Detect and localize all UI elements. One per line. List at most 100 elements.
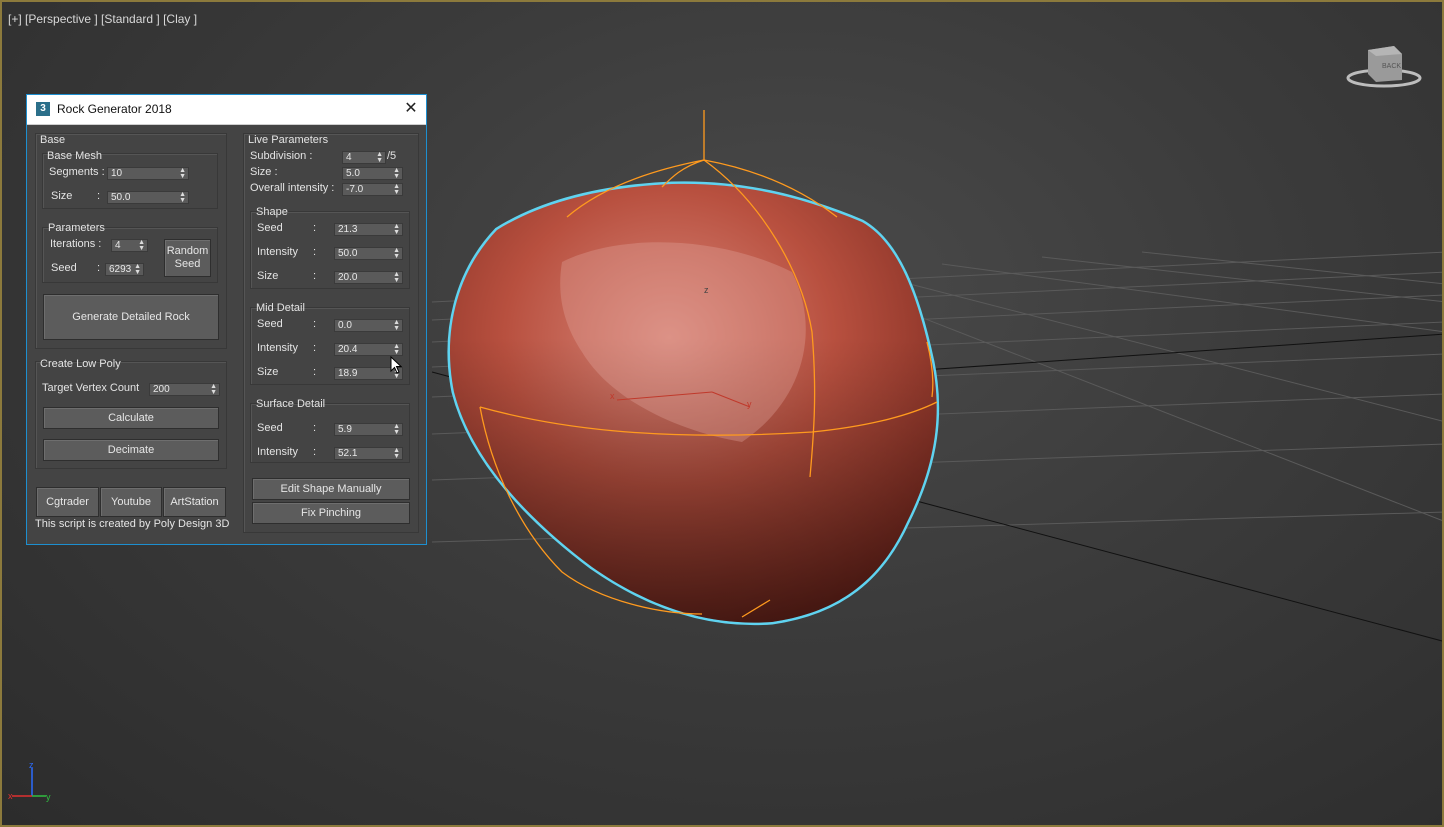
surface-intensity-colon: : (313, 446, 317, 458)
seed-label: Seed (51, 262, 77, 274)
overall-intensity-label: Overall intensity : (250, 182, 335, 194)
shape-intensity-label: Intensity (257, 246, 298, 258)
iterations-spinner[interactable]: 4 ▲ ▼ (111, 239, 148, 252)
spinner-arrows-icon[interactable]: ▲▼ (393, 183, 400, 196)
shape-intensity-colon: : (313, 246, 317, 258)
spinner-arrows-icon[interactable]: ▲▼ (393, 319, 400, 332)
surface-seed-label: Seed (257, 422, 283, 434)
live-parameters-title: Live Parameters (248, 134, 329, 146)
target-vertex-value[interactable]: 200 (153, 384, 170, 396)
segments-value[interactable]: 10 (111, 168, 122, 180)
spinner-arrows-icon[interactable]: ▲▼ (393, 247, 400, 260)
size-spinner[interactable]: 50.0 ▲ ▼ (107, 191, 189, 204)
rock-generator-dialog[interactable]: 3 Rock Generator 2018 ✕ Base Base Mesh S… (26, 94, 427, 545)
axis-y-label: y (46, 792, 51, 802)
spinner-arrows-icon[interactable]: ▲▼ (179, 191, 186, 204)
surface-seed-colon: : (313, 422, 317, 434)
mid-seed-spinner[interactable]: 0.0 ▲ ▼ (334, 319, 403, 332)
seed-value[interactable]: 6293 (109, 264, 135, 276)
artstation-button[interactable]: ArtStation (163, 487, 226, 517)
spinner-arrows-icon[interactable]: ▲▼ (210, 383, 217, 396)
youtube-button[interactable]: Youtube (100, 487, 162, 517)
mid-seed-colon: : (313, 318, 317, 330)
generate-detailed-rock-button[interactable]: Generate Detailed Rock (43, 294, 219, 340)
live-size-spinner[interactable]: 5.0 ▲ ▼ (342, 167, 403, 180)
spinner-arrows-icon[interactable]: ▲▼ (393, 423, 400, 436)
size-label: Size (51, 190, 73, 202)
size-value[interactable]: 50.0 (111, 192, 130, 204)
spinner-arrows-icon[interactable]: ▲▼ (393, 167, 400, 180)
gizmo-x-label: x (610, 391, 615, 401)
shape-seed-value[interactable]: 21.3 (338, 224, 357, 236)
dialog-titlebar[interactable]: 3 Rock Generator 2018 ✕ (27, 95, 426, 125)
iterations-value[interactable]: 4 (115, 240, 121, 252)
dialog-title: Rock Generator 2018 (57, 102, 172, 116)
shape-size-spinner[interactable]: 20.0 ▲ ▼ (334, 271, 403, 284)
live-size-value[interactable]: 5.0 (346, 168, 360, 180)
spinner-arrows-icon[interactable]: ▲▼ (393, 223, 400, 236)
spinner-arrows-icon[interactable]: ▲▼ (393, 447, 400, 460)
spinner-arrows-icon[interactable]: ▲▼ (179, 167, 186, 180)
spinner-arrows-icon[interactable]: ▲▼ (134, 263, 141, 276)
random-seed-button[interactable]: Random Seed (164, 239, 211, 277)
subdivision-label: Subdivision : (250, 150, 313, 162)
subdivision-value[interactable]: 4 (346, 152, 352, 164)
viewcube-face-label[interactable]: BACK (1382, 63, 1401, 70)
surface-seed-value[interactable]: 5.9 (338, 424, 352, 436)
mid-size-value[interactable]: 18.9 (338, 368, 357, 380)
overall-intensity-value[interactable]: -7.0 (346, 184, 363, 196)
shape-intensity-spinner[interactable]: 50.0 ▲ ▼ (334, 247, 403, 260)
calculate-button[interactable]: Calculate (43, 407, 219, 429)
shape-intensity-value[interactable]: 50.0 (338, 248, 357, 260)
shape-size-colon: : (313, 270, 317, 282)
cgtrader-button[interactable]: Cgtrader (36, 487, 99, 517)
shape-seed-colon: : (313, 222, 317, 234)
axis-z-label: z (29, 760, 34, 770)
surface-detail-title: Surface Detail (256, 398, 326, 410)
mid-size-label: Size (257, 366, 279, 378)
gizmo-y-label: y (747, 399, 752, 409)
spinner-arrows-icon[interactable]: ▲▼ (376, 151, 383, 164)
target-vertex-spinner[interactable]: 200 ▲ ▼ (149, 383, 220, 396)
segments-spinner[interactable]: 10 ▲ ▼ (107, 167, 189, 180)
fix-pinching-button[interactable]: Fix Pinching (252, 502, 410, 524)
close-button[interactable]: ✕ (402, 100, 420, 118)
gizmo-z-label: z (704, 285, 709, 295)
edit-shape-manually-button[interactable]: Edit Shape Manually (252, 478, 410, 500)
seed-colon: : (97, 262, 101, 274)
shape-seed-label: Seed (257, 222, 283, 234)
spinner-arrows-icon[interactable]: ▲▼ (138, 239, 145, 252)
random-seed-line1: Random (166, 245, 209, 257)
spinner-arrows-icon[interactable]: ▲▼ (393, 271, 400, 284)
decimate-button[interactable]: Decimate (43, 439, 219, 461)
shape-size-value[interactable]: 20.0 (338, 272, 357, 284)
iterations-label: Iterations : (50, 238, 102, 250)
credits-text: This script is created by Poly Design 3D (35, 518, 230, 530)
viewcube[interactable]: BACK (1346, 42, 1424, 92)
mid-seed-value[interactable]: 0.0 (338, 320, 352, 332)
surface-intensity-spinner[interactable]: 52.1 ▲ ▼ (334, 447, 403, 460)
mouse-cursor-icon (390, 356, 402, 374)
subdivision-max: /5 (387, 150, 397, 162)
shape-size-label: Size (257, 270, 279, 282)
surface-intensity-value[interactable]: 52.1 (338, 448, 357, 460)
target-vertex-label: Target Vertex Count (42, 382, 140, 394)
mid-intensity-spinner[interactable]: 20.4 ▲ ▼ (334, 343, 403, 356)
spinner-arrows-icon[interactable]: ▲▼ (393, 343, 400, 356)
surface-seed-spinner[interactable]: 5.9 ▲ ▼ (334, 423, 403, 436)
mid-detail-title: Mid Detail (256, 302, 305, 314)
mid-intensity-value[interactable]: 20.4 (338, 344, 357, 356)
mid-intensity-label: Intensity (257, 342, 298, 354)
axis-x-label: x (8, 791, 13, 801)
segments-label: Segments : (49, 166, 105, 178)
subdivision-spinner[interactable]: 4 ▲ ▼ (342, 151, 386, 164)
axis-tripod-icon: z x y (8, 760, 58, 808)
seed-spinner[interactable]: 6293 ▲ ▼ (105, 263, 144, 276)
base-group-title: Base (40, 134, 66, 146)
mid-size-colon: : (313, 366, 317, 378)
mid-intensity-colon: : (313, 342, 317, 354)
shape-seed-spinner[interactable]: 21.3 ▲ ▼ (334, 223, 403, 236)
viewport-label[interactable]: [+] [Perspective ] [Standard ] [Clay ] (8, 12, 197, 26)
parameters-title: Parameters (48, 222, 105, 234)
overall-intensity-spinner[interactable]: -7.0 ▲ ▼ (342, 183, 403, 196)
